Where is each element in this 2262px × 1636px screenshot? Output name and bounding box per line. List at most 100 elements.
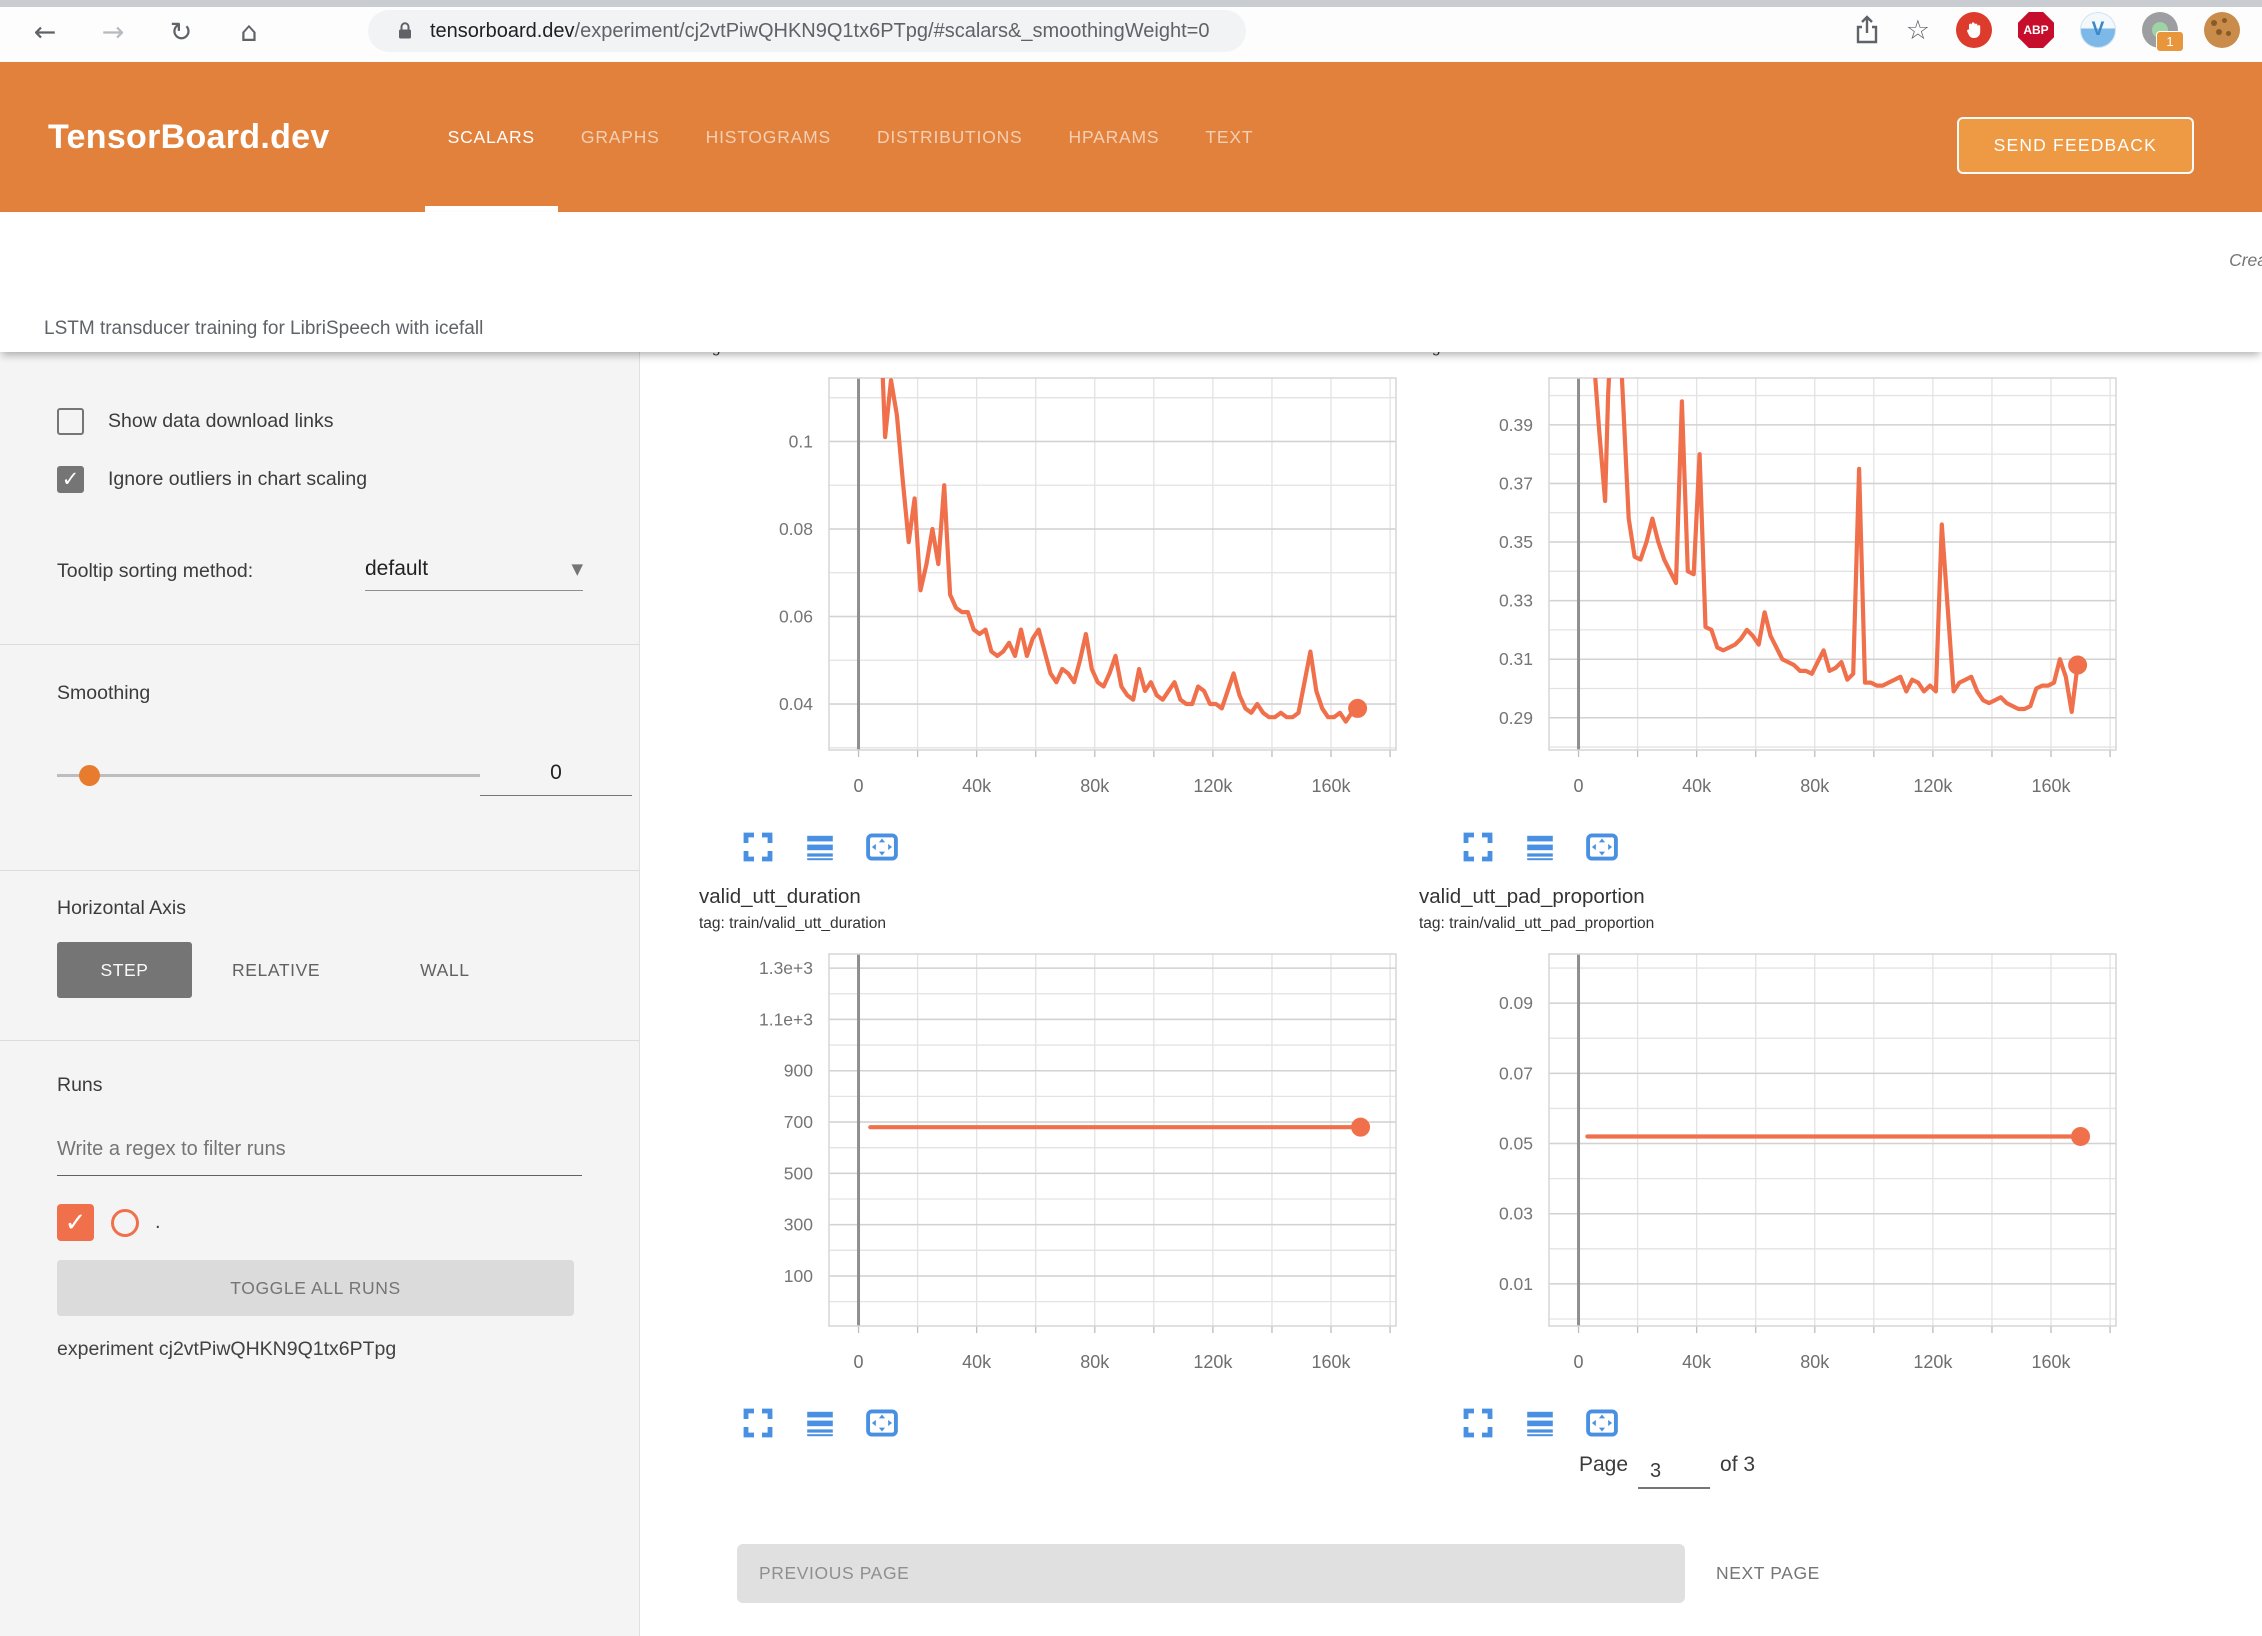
svg-text:120k: 120k (1193, 1352, 1233, 1372)
svg-text:0.35: 0.35 (1499, 532, 1533, 552)
back-icon[interactable]: ← (26, 13, 64, 51)
chart-tag: tag: train/… (1419, 352, 2129, 360)
run-row[interactable]: ✓ . (57, 1204, 582, 1241)
ignore-outliers-checkbox[interactable]: ✓ (57, 466, 84, 493)
home-icon[interactable]: ⌂ (230, 13, 268, 51)
address-bar[interactable]: tensorboard.dev/experiment/cj2vtPiwQHKN9… (368, 10, 1246, 52)
url-text[interactable]: tensorboard.dev/experiment/cj2vtPiwQHKN9… (430, 20, 1209, 43)
cookie-extension-icon[interactable] (2204, 12, 2240, 48)
smoothing-slider-knob[interactable] (79, 765, 100, 786)
tab-distributions[interactable]: DISTRIBUTIONS (854, 62, 1046, 212)
tab-hparams[interactable]: HPARAMS (1046, 62, 1183, 212)
svg-text:160k: 160k (1312, 776, 1352, 796)
svg-text:500: 500 (784, 1163, 813, 1183)
data-series-icon[interactable] (803, 1406, 837, 1440)
svg-text:1.3e+3: 1.3e+3 (759, 958, 813, 978)
experiment-title: LSTM transducer training for LibriSpeech… (44, 318, 483, 340)
divider (0, 870, 639, 871)
fullscreen-icon[interactable] (741, 830, 775, 864)
svg-text:0.33: 0.33 (1499, 591, 1533, 611)
svg-text:40k: 40k (1682, 1352, 1712, 1372)
forward-icon[interactable]: → (94, 13, 132, 51)
tooltip-sorting-select[interactable]: default ▼ (365, 548, 583, 591)
bookmark-star-icon[interactable]: ☆ (1906, 15, 1930, 46)
svg-text:40k: 40k (962, 776, 992, 796)
chart-tag: tag: train/… (699, 352, 1409, 360)
share-icon[interactable] (1854, 15, 1880, 45)
horizontal-axis-label: Horizontal Axis (57, 897, 186, 920)
charts-panel: tag: train/… 0.040.060.080.1040k80k120k1… (641, 352, 2262, 1636)
chart-tag: tag: train/valid_utt_duration (699, 912, 1409, 936)
fullscreen-icon[interactable] (1461, 830, 1495, 864)
pan-zoom-icon[interactable] (1585, 1406, 1619, 1440)
tooltip-sorting-value: default (365, 557, 428, 581)
browser-toolbar: ← → ↻ ⌂ tensorboard.dev/experiment/cj2vt… (0, 0, 2262, 62)
axis-relative-button[interactable]: RELATIVE (202, 942, 350, 998)
data-series-icon[interactable] (803, 830, 837, 864)
svg-text:160k: 160k (2032, 776, 2072, 796)
svg-text:80k: 80k (1080, 1352, 1110, 1372)
svg-text:40k: 40k (1682, 776, 1712, 796)
svg-text:0.1: 0.1 (789, 431, 813, 451)
svg-text:160k: 160k (2032, 1352, 2072, 1372)
svg-text:900: 900 (784, 1061, 813, 1081)
fullscreen-icon[interactable] (1461, 1406, 1495, 1440)
send-feedback-button[interactable]: SEND FEEDBACK (1957, 117, 2194, 174)
svg-text:80k: 80k (1800, 776, 1830, 796)
fullscreen-icon[interactable] (741, 1406, 775, 1440)
smoothing-label: Smoothing (57, 682, 150, 705)
svg-text:0.37: 0.37 (1499, 473, 1533, 493)
tab-histograms[interactable]: HISTOGRAMS (683, 62, 854, 212)
svg-text:0.07: 0.07 (1499, 1063, 1533, 1083)
window-top-strip (0, 0, 2262, 7)
settings-sidebar: Show data download links ✓ Ignore outlie… (0, 352, 640, 1636)
previous-page-button[interactable]: PREVIOUS PAGE (737, 1544, 1685, 1603)
pan-zoom-icon[interactable] (1585, 830, 1619, 864)
svg-text:0.08: 0.08 (779, 519, 813, 539)
experiment-header: Crea LSTM transducer training for LibriS… (0, 212, 2262, 352)
ignore-outliers-label: Ignore outliers in chart scaling (108, 468, 367, 491)
smoothing-value-input[interactable]: 0 (480, 751, 632, 796)
adblock-extension-icon[interactable] (1956, 12, 1992, 48)
svg-text:1.1e+3: 1.1e+3 (759, 1009, 813, 1029)
axis-wall-button[interactable]: WALL (390, 942, 499, 998)
reload-icon[interactable]: ↻ (162, 13, 200, 51)
next-page-button[interactable]: NEXT PAGE (1716, 1544, 1820, 1603)
smoothing-slider-track[interactable] (57, 774, 480, 777)
chart-plot[interactable]: 0.290.310.330.350.370.39040k80k120k160k (1419, 370, 2119, 826)
divider (0, 1040, 639, 1041)
page-number-input[interactable] (1638, 1454, 1710, 1489)
svg-text:100: 100 (784, 1266, 813, 1286)
svg-text:300: 300 (784, 1215, 813, 1235)
divider (0, 644, 639, 645)
chart-plot[interactable]: 0.040.060.080.1040k80k120k160k (699, 370, 1399, 826)
pan-zoom-icon[interactable] (865, 1406, 899, 1440)
tab-graphs[interactable]: GRAPHS (558, 62, 683, 212)
axis-step-button[interactable]: STEP (57, 942, 192, 998)
run-checkbox[interactable]: ✓ (57, 1204, 94, 1241)
abp-extension-icon[interactable]: ABP (2018, 12, 2054, 48)
show-download-links-checkbox[interactable] (57, 408, 84, 435)
svg-text:700: 700 (784, 1112, 813, 1132)
run-name: . (155, 1211, 161, 1234)
app-title: TensorBoard.dev (48, 118, 330, 157)
ignore-outliers-row[interactable]: ✓ Ignore outliers in chart scaling (57, 466, 582, 493)
data-series-icon[interactable] (1523, 830, 1557, 864)
vimium-extension-icon[interactable]: V (2080, 12, 2116, 48)
svg-text:0.29: 0.29 (1499, 708, 1533, 728)
pan-zoom-icon[interactable] (865, 830, 899, 864)
svg-text:0.06: 0.06 (779, 607, 813, 627)
chart-card: tag: train/… 0.290.310.330.350.370.39040… (1419, 352, 2129, 864)
toggle-all-runs-button[interactable]: TOGGLE ALL RUNS (57, 1260, 574, 1316)
extension-icon[interactable]: 1 (2142, 12, 2178, 48)
show-download-links-row[interactable]: Show data download links (57, 408, 582, 435)
tab-text[interactable]: TEXT (1182, 62, 1276, 212)
chart-plot[interactable]: 1003005007009001.1e+31.3e+3040k80k120k16… (699, 946, 1399, 1402)
tab-scalars[interactable]: SCALARS (425, 62, 558, 212)
chart-plot[interactable]: 0.010.030.050.070.09040k80k120k160k (1419, 946, 2119, 1402)
data-series-icon[interactable] (1523, 1406, 1557, 1440)
extension-badge: 1 (2156, 31, 2184, 52)
chart-title: valid_utt_duration (699, 882, 1409, 912)
svg-text:120k: 120k (1193, 776, 1233, 796)
runs-filter-input[interactable] (57, 1138, 582, 1176)
